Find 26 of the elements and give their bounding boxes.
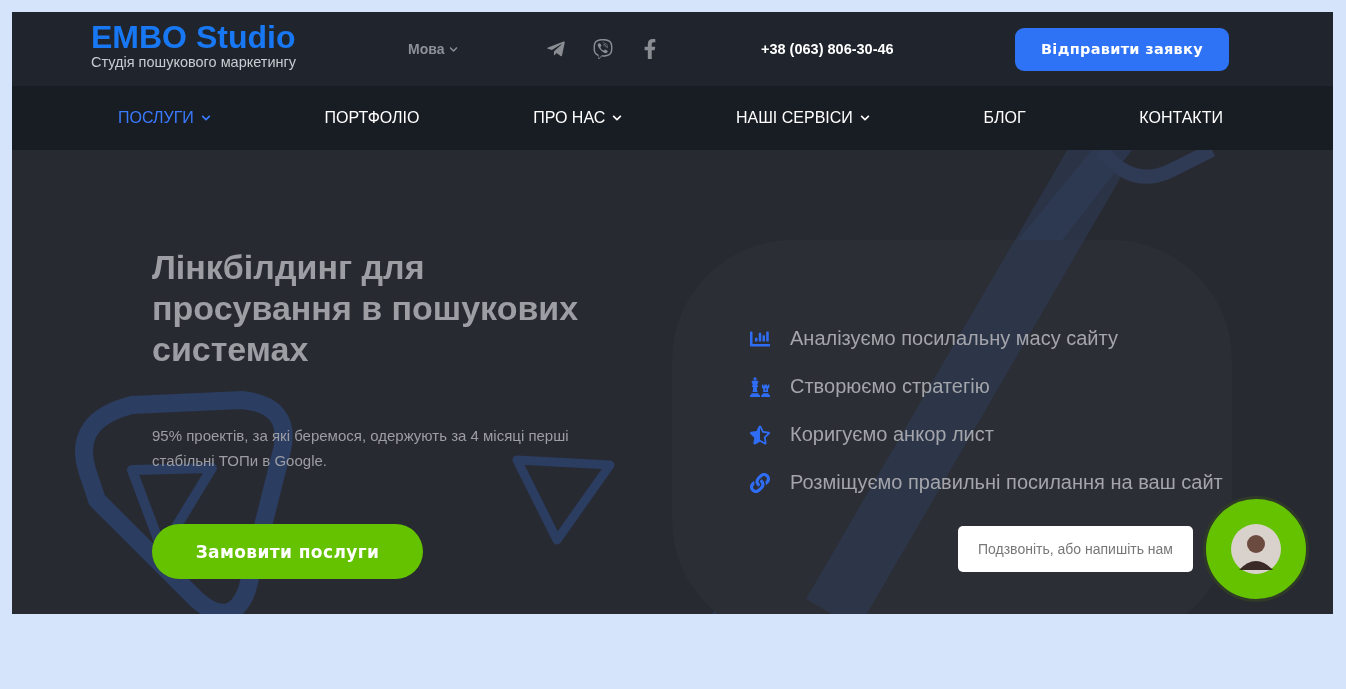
hero-subtitle: 95% проектів, за які беремося, одержують за 4 місяці перші стабільні ТОПи в Google. bbox=[152, 426, 570, 471]
person-avatar-icon bbox=[1231, 524, 1281, 574]
nav-item[interactable]: НАШІ СЕРВІСИ bbox=[735, 109, 870, 127]
chevron-down-icon[interactable] bbox=[612, 113, 623, 123]
telegram-icon[interactable] bbox=[546, 39, 566, 59]
nav-item[interactable]: ПОРТФОЛІО bbox=[324, 109, 420, 127]
star-icon bbox=[750, 424, 770, 445]
chevron-down-icon[interactable] bbox=[859, 113, 870, 123]
link-icon bbox=[750, 472, 770, 493]
chess-icon bbox=[750, 376, 770, 397]
feature-text: Створюємо стратегію bbox=[790, 374, 990, 399]
nav-item[interactable]: ПРО НАС bbox=[533, 109, 623, 127]
nav-item[interactable]: БЛОГ bbox=[983, 109, 1026, 127]
logo-title[interactable]: EMBO Studio bbox=[91, 21, 408, 53]
send-request-button[interactable]: Відправити заявку bbox=[1015, 27, 1229, 71]
logo-subtitle: Студія пошукового маркетингу bbox=[91, 53, 298, 71]
phone-number[interactable]: +38 (063) 806-30-46 bbox=[761, 41, 1015, 57]
feature-text: Розміщуємо правильні посилання на ваш сайт bbox=[790, 470, 1223, 495]
viber-icon[interactable] bbox=[593, 39, 613, 59]
feature-text: Коригуємо анкор лист bbox=[790, 422, 994, 447]
chat-bubble[interactable]: Подзвоніть, або напишіть нам bbox=[958, 526, 1193, 572]
nav-item[interactable]: ПОСЛУГИ bbox=[118, 109, 211, 127]
nav-item[interactable]: КОНТАКТИ bbox=[1139, 109, 1223, 127]
language-selector[interactable]: Мова bbox=[408, 41, 445, 57]
hero-title: Лінкбілдинг для просування в пошукових системах bbox=[152, 247, 580, 370]
feature-text: Аналізуємо посилальну масу сайту bbox=[790, 326, 1118, 351]
